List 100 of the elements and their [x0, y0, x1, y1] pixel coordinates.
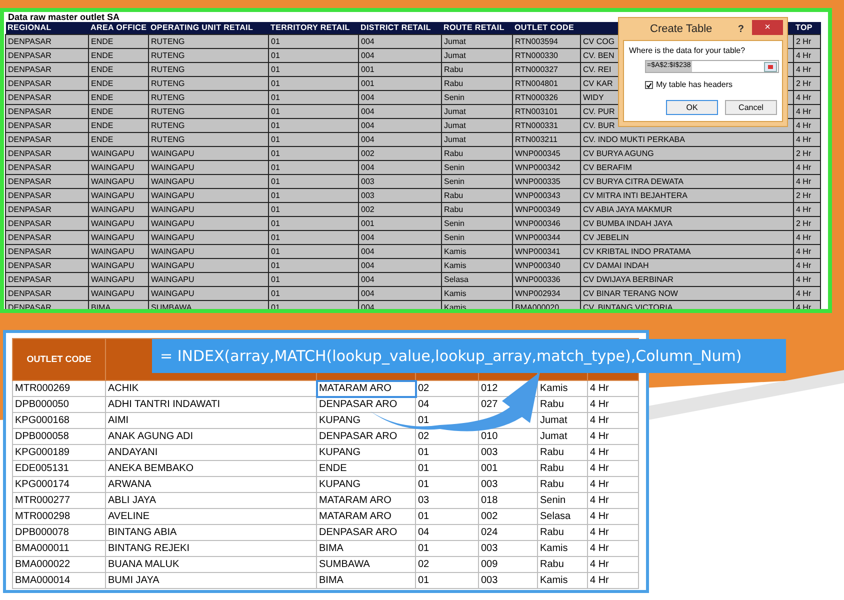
table-cell: Kamis — [442, 286, 512, 300]
table-cell: DENPASAR — [6, 34, 88, 48]
headers-checkbox[interactable] — [645, 81, 653, 89]
table-cell: DENPASAR — [6, 216, 88, 230]
table-cell: ANDAYANI — [106, 444, 316, 460]
table-cell: Rabu — [442, 76, 512, 90]
table-cell: RUTENG — [148, 118, 268, 132]
table-cell: DENPASAR — [6, 90, 88, 104]
column-header: TERRITORY RETAIL — [268, 22, 358, 34]
table-cell: 01 — [268, 62, 358, 76]
table-cell: WNP002934 — [512, 286, 580, 300]
table-cell: BIMA — [316, 572, 416, 588]
table-cell: 01 — [268, 244, 358, 258]
table-cell: ANAK AGUNG ADI — [106, 428, 316, 444]
table-cell: SUMBAWA — [316, 556, 416, 572]
table-cell: 004 — [358, 258, 442, 272]
table-cell: WNP000345 — [512, 146, 580, 160]
table-cell: 02 — [416, 380, 478, 396]
column-header: AREA OFFICE — [88, 22, 148, 34]
table-cell: Rabu — [538, 396, 588, 412]
dialog-button[interactable]: OK — [666, 100, 718, 115]
table-cell: DENPASAR — [6, 272, 88, 286]
table-cell: WNP000335 — [512, 174, 580, 188]
table-cell: 03 — [416, 492, 478, 508]
table-cell: RTN003211 — [512, 132, 580, 146]
table-cell: Jumat — [442, 118, 512, 132]
table-cell: BMA000014 — [12, 572, 106, 588]
table-cell: DENPASAR — [6, 118, 88, 132]
table-cell: 4 Hr — [588, 572, 638, 588]
table-cell: ARWANA — [106, 476, 316, 492]
table-cell: Rabu — [538, 556, 588, 572]
table-cell: CV BURYA CITRA DEWATA — [580, 174, 794, 188]
table-cell: Senin — [442, 216, 512, 230]
table-cell: 004 — [358, 118, 442, 132]
table-cell: WAINGAPU — [88, 160, 148, 174]
table-cell: 003 — [358, 174, 442, 188]
table-cell: 01 — [268, 230, 358, 244]
table-cell: 01 — [268, 272, 358, 286]
table-cell: CV MITRA INTI BEJAHTERA — [580, 188, 794, 202]
table-cell: 04 — [416, 524, 478, 540]
table-cell: 004 — [358, 244, 442, 258]
close-button[interactable]: × — [752, 20, 783, 34]
table-cell: Kamis — [442, 244, 512, 258]
table-cell: 4 Hr — [588, 380, 638, 396]
dialog-title: Create Table — [650, 22, 712, 37]
table-cell: Jumat — [442, 132, 512, 146]
table-cell: DENPASAR ARO — [316, 396, 416, 412]
table-cell: CV BINAR TERANG NOW — [580, 286, 794, 300]
table-cell: 4 Hr — [588, 540, 638, 556]
table-cell: 01 — [416, 508, 478, 524]
column-header: REGIONAL — [6, 22, 88, 34]
table-cell: WAINGAPU — [148, 258, 268, 272]
help-button[interactable]: ? — [738, 22, 744, 36]
table-cell: 01 — [416, 476, 478, 492]
table-cell: KUPANG — [316, 444, 416, 460]
table-cell: MATARAM ARO — [316, 380, 416, 396]
table-cell: BUMI JAYA — [106, 572, 316, 588]
table-cell: Senin — [442, 160, 512, 174]
column-header: DISTRICT RETAIL — [358, 22, 442, 34]
table-cell: DENPASAR — [6, 244, 88, 258]
table-cell: DENPASAR — [6, 286, 88, 300]
table-cell: Rabu — [442, 146, 512, 160]
table-cell: Senin — [538, 492, 588, 508]
table-cell: EDE005131 — [12, 460, 106, 476]
table-cell: WAINGAPU — [88, 230, 148, 244]
table-cell: ABLI JAYA — [106, 492, 316, 508]
table-cell: 004 — [358, 160, 442, 174]
table-cell: Kamis — [538, 572, 588, 588]
table-cell: 004 — [358, 230, 442, 244]
table-cell: WAINGAPU — [148, 202, 268, 216]
table-cell: Jumat — [538, 428, 588, 444]
table-cell: MATARAM ARO — [316, 492, 416, 508]
table-cell: 4 Hr — [588, 556, 638, 572]
table-cell: 001 — [358, 216, 442, 230]
table-cell: DENPASAR — [6, 76, 88, 90]
dialog-button[interactable]: Cancel — [725, 100, 777, 115]
table-cell: 01 — [268, 188, 358, 202]
table-cell: MTR000277 — [12, 492, 106, 508]
table-cell: DENPASAR — [6, 160, 88, 174]
table-cell: Jumat — [538, 412, 588, 428]
table-cell: MATARAM ARO — [316, 508, 416, 524]
table-cell: Rabu — [442, 202, 512, 216]
table-cell: Rabu — [538, 524, 588, 540]
table-cell: CV ABIA JAYA MAKMUR — [580, 202, 794, 216]
table-cell: Jumat — [442, 48, 512, 62]
table-cell: 01 — [268, 174, 358, 188]
table-cell: WAINGAPU — [148, 230, 268, 244]
table-cell: WAINGAPU — [148, 146, 268, 160]
table-cell: RUTENG — [148, 48, 268, 62]
table-cell: DENPASAR — [6, 62, 88, 76]
table-cell: 004 — [358, 104, 442, 118]
table-cell: 01 — [268, 216, 358, 230]
table-cell: WAINGAPU — [88, 286, 148, 300]
table-cell: BUANA MALUK — [106, 556, 316, 572]
range-picker-icon[interactable] — [764, 62, 777, 72]
table-cell: Jumat — [442, 104, 512, 118]
table-cell: WNP000336 — [512, 272, 580, 286]
table-cell: RUTENG — [148, 104, 268, 118]
table-cell: WNP000346 — [512, 216, 580, 230]
table-cell: Selasa — [538, 508, 588, 524]
